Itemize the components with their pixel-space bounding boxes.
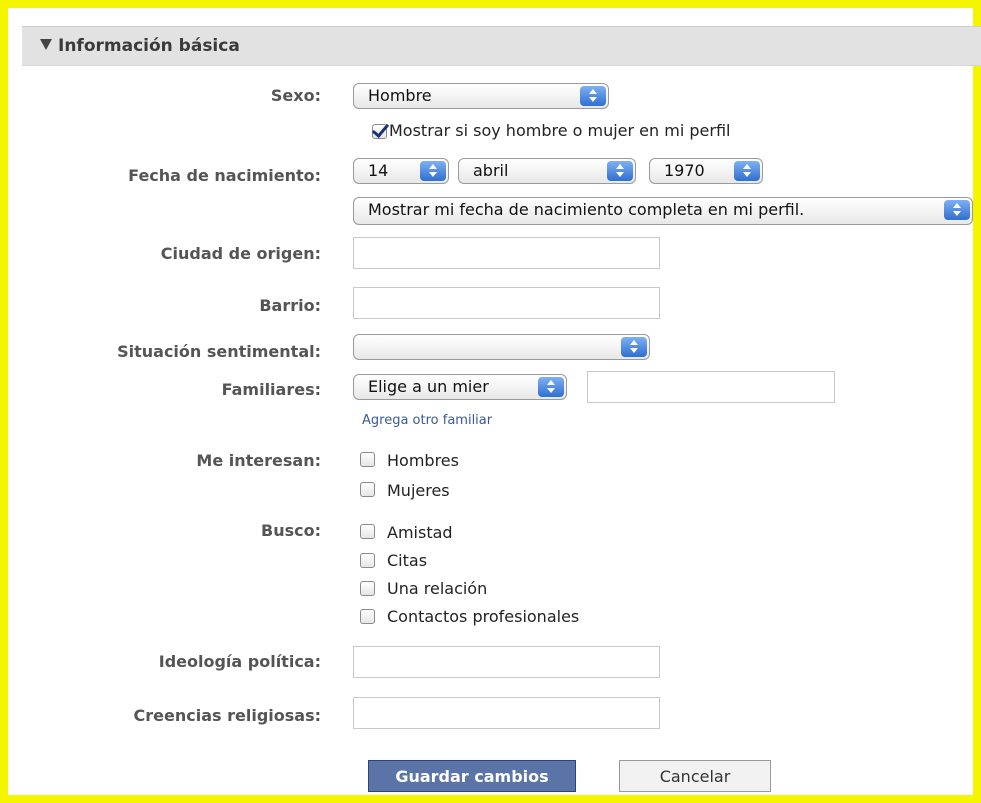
looking-friendship-checkbox[interactable] — [360, 524, 375, 539]
birth-month-select[interactable]: abril — [458, 158, 636, 184]
family-member-select[interactable]: Elige a un mier — [353, 374, 567, 400]
section-header[interactable]: Información básica — [22, 26, 981, 66]
looking-for-label: Busco: — [261, 521, 321, 540]
hometown-input[interactable] — [353, 237, 660, 269]
family-member-select-value: Elige a un mier — [368, 377, 489, 396]
religious-label: Creencias religiosas: — [133, 706, 321, 725]
interested-in-label: Me interesan: — [196, 451, 321, 470]
birth-year-select[interactable]: 1970 — [649, 158, 763, 184]
relationship-label: Situación sentimental: — [117, 342, 321, 361]
collapse-triangle-icon[interactable] — [40, 39, 52, 50]
looking-relationship-checkbox[interactable] — [360, 581, 375, 596]
interested-women-checkbox[interactable] — [360, 482, 375, 497]
select-arrows-icon — [538, 377, 564, 397]
looking-relationship-label: Una relación — [387, 579, 488, 598]
select-arrows-icon — [420, 161, 446, 181]
looking-dating-label: Citas — [387, 551, 428, 570]
looking-dating-checkbox[interactable] — [360, 553, 375, 568]
show-gender-checkbox[interactable] — [371, 119, 390, 139]
birthdate-label: Fecha de nacimiento: — [128, 166, 321, 185]
relationship-select[interactable] — [353, 334, 650, 360]
select-arrows-icon — [607, 161, 633, 181]
save-button[interactable]: Guardar cambios — [368, 760, 576, 792]
sexo-select-value: Hombre — [368, 86, 432, 105]
family-label: Familiares: — [221, 380, 321, 399]
political-label: Ideología política: — [158, 652, 321, 671]
sexo-select[interactable]: Hombre — [353, 83, 609, 109]
interested-men-checkbox[interactable] — [360, 452, 375, 467]
birthdate-visibility-value: Mostrar mi fecha de nacimiento completa … — [368, 200, 805, 219]
cancel-button[interactable]: Cancelar — [619, 760, 771, 792]
interested-women-label: Mujeres — [387, 481, 450, 500]
birth-day-select[interactable]: 14 — [353, 158, 449, 184]
looking-friendship-label: Amistad — [387, 523, 453, 542]
birth-month-value: abril — [473, 161, 509, 180]
sexo-label: Sexo: — [270, 86, 321, 105]
looking-professional-checkbox[interactable] — [360, 609, 375, 624]
interested-men-label: Hombres — [387, 451, 459, 470]
birthdate-visibility-select[interactable]: Mostrar mi fecha de nacimiento completa … — [353, 197, 973, 225]
select-arrows-icon — [621, 337, 647, 357]
neighborhood-label: Barrio: — [259, 296, 321, 315]
select-arrows-icon — [580, 86, 606, 106]
select-arrows-icon — [944, 200, 970, 220]
section-title: Información básica — [58, 36, 240, 56]
political-input[interactable] — [353, 646, 660, 678]
family-name-input[interactable] — [587, 371, 835, 403]
select-arrows-icon — [734, 161, 760, 181]
add-family-link[interactable]: Agrega otro familiar — [362, 413, 492, 428]
birth-year-value: 1970 — [664, 161, 705, 180]
hometown-label: Ciudad de origen: — [160, 244, 321, 263]
birth-day-value: 14 — [368, 161, 389, 180]
neighborhood-input[interactable] — [353, 287, 660, 319]
looking-professional-label: Contactos profesionales — [387, 607, 580, 626]
show-gender-label: Mostrar si soy hombre o mujer en mi perf… — [389, 121, 731, 140]
religious-input[interactable] — [353, 697, 660, 729]
